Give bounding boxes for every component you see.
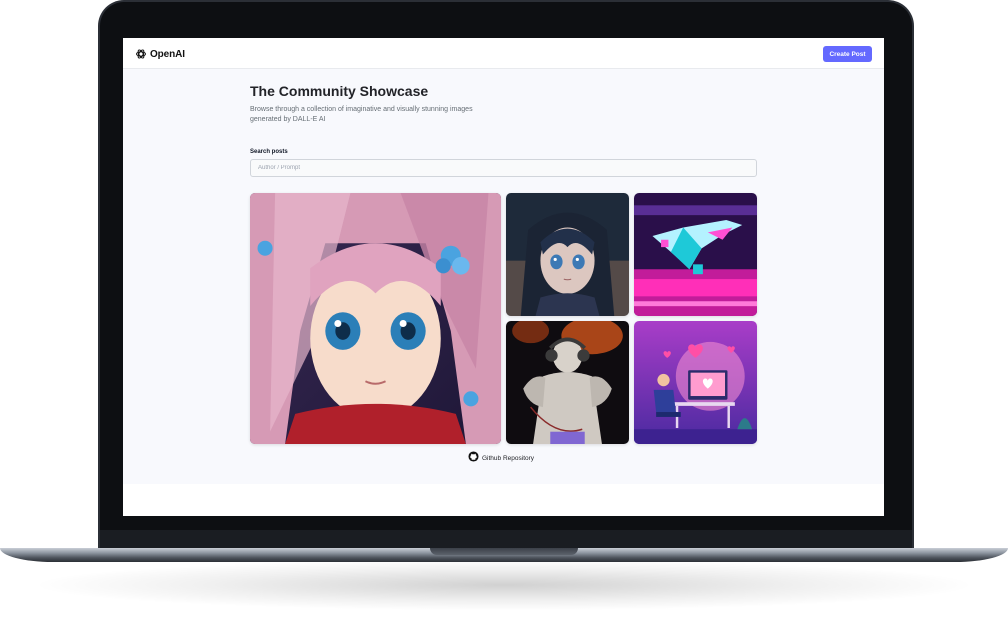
search-label: Search posts <box>250 149 288 155</box>
laptop-shadow <box>40 560 968 610</box>
brand-logo-link[interactable]: OpenAI <box>135 47 185 61</box>
create-post-button[interactable]: Create Post <box>823 46 872 62</box>
laptop-notch <box>430 548 578 555</box>
gallery-card[interactable] <box>506 193 629 316</box>
pixel-spaceship-image <box>634 193 757 316</box>
app-screen: OpenAI Create Post The Community Showcas… <box>123 38 884 516</box>
gallery-card[interactable] <box>506 321 629 444</box>
github-repository-link[interactable]: Github Repository <box>468 449 535 467</box>
search-input[interactable] <box>250 159 757 177</box>
github-repository-label: Github Repository <box>482 454 535 462</box>
page-bottom-area <box>123 484 884 516</box>
page-subtitle: Browse through a collection of imaginati… <box>250 106 473 123</box>
anime-girl-dark-hair-image <box>506 193 629 316</box>
main-content: The Community Showcase Browse through a … <box>123 69 884 484</box>
brand-name: OpenAI <box>150 48 185 60</box>
gallery-card-large[interactable] <box>250 193 501 444</box>
anime-girl-pink-hair-image <box>250 193 501 444</box>
person-at-computer-hearts-image <box>634 321 757 444</box>
top-navbar: OpenAI Create Post <box>123 38 884 69</box>
github-icon <box>468 449 479 467</box>
openai-logo-icon <box>135 48 147 60</box>
gallery-card[interactable] <box>634 193 757 316</box>
statue-with-headphones-image <box>506 321 629 444</box>
gallery-card[interactable] <box>634 321 757 444</box>
page-title: The Community Showcase <box>250 83 429 99</box>
